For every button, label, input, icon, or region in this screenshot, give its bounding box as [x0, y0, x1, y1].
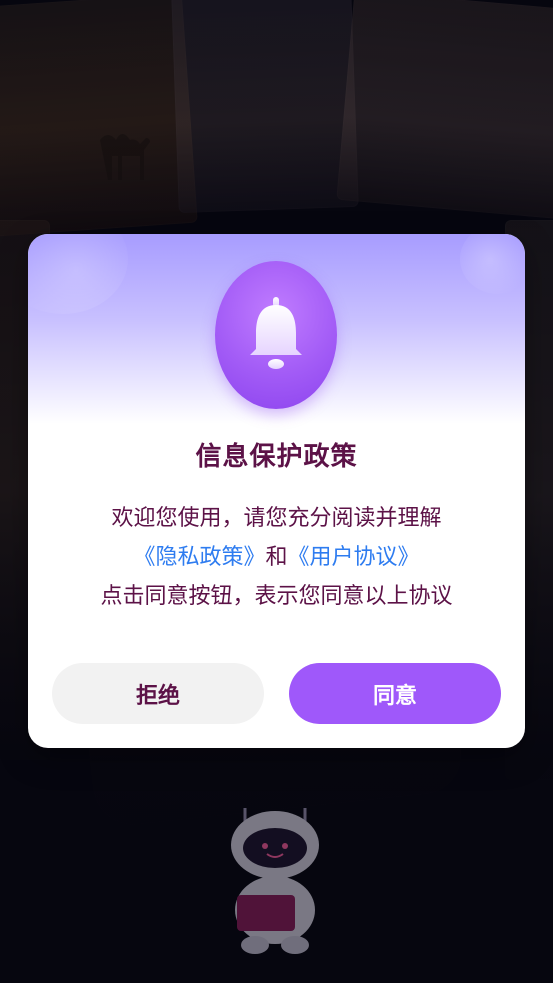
user-agreement-link[interactable]: 《用户协议》	[288, 545, 420, 570]
bell-icon-glyph	[250, 297, 302, 369]
robot-mascot	[231, 808, 319, 954]
dialog-message-line-3: 点击同意按钮，表示您同意以上协议	[100, 584, 453, 609]
and-text: 和	[265, 545, 288, 570]
privacy-policy-dialog: 信息保护政策 欢迎您使用，请您充分阅读并理解 《隐私政策》和《用户协议》 点击同…	[28, 234, 525, 748]
dialog-title: 信息保护政策	[195, 442, 358, 472]
privacy-policy-link[interactable]: 《隐私政策》	[133, 545, 265, 570]
decline-button[interactable]: 拒绝	[52, 663, 264, 724]
agree-button[interactable]: 同意	[289, 663, 501, 724]
dialog-message-line-1: 欢迎您使用，请您充分阅读并理解	[111, 506, 442, 531]
bell-icon	[215, 261, 337, 409]
dialog-message-line-2: 《隐私政策》和《用户协议》	[28, 539, 525, 571]
